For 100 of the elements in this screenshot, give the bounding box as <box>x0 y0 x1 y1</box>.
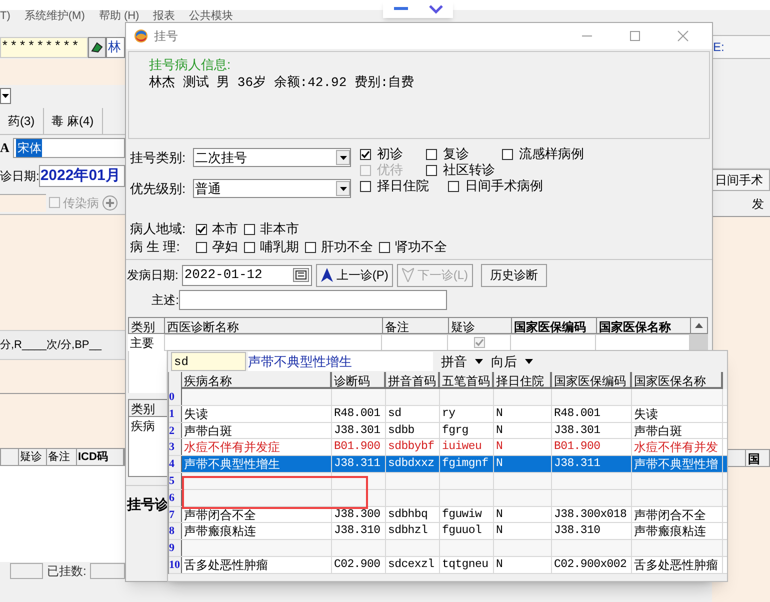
checkbox[interactable] <box>360 180 371 192</box>
checkbox-label: 非本市 <box>260 220 299 238</box>
table-cell: 声带瘢痕粘连 <box>632 523 723 540</box>
caret-icon <box>475 359 483 364</box>
dropdown-button[interactable]: 拼音 <box>441 352 483 372</box>
table-cell: 声带瘢痕粘连 <box>182 523 332 540</box>
calendar-icon <box>293 268 310 282</box>
field-label: 病人地域: <box>130 220 187 238</box>
scrollbar-thumb[interactable] <box>690 334 708 351</box>
table-cell: R48.001 <box>332 406 386 422</box>
name-field[interactable]: 林 <box>106 36 125 58</box>
checkbox-label: 初诊 <box>377 146 403 162</box>
password-field[interactable]: ********* <box>0 36 88 58</box>
table-cell: sdcexzl <box>386 556 440 573</box>
date-field[interactable]: 2022-01-12 <box>182 264 312 286</box>
checkbox[interactable] <box>305 242 316 252</box>
table-cell: 水痘不伴有并发 <box>632 439 723 456</box>
column-header: 疑诊 <box>19 449 47 465</box>
table-cell: R48.001 <box>552 406 632 422</box>
status-field <box>10 563 43 579</box>
table-cell: J38.311 <box>332 456 386 472</box>
field-label: 发病日期: <box>127 267 178 284</box>
table-cell: fguuol <box>440 523 494 540</box>
dropdown[interactable]: 普通 <box>193 179 351 198</box>
table-cell: N <box>494 556 552 573</box>
field-label: E: <box>712 39 724 56</box>
checkbox[interactable] <box>502 148 513 160</box>
checkbox[interactable] <box>379 242 390 252</box>
table-cell: C02.900x002 <box>552 556 632 573</box>
table-cell: iuiweu <box>440 439 494 456</box>
dropdown[interactable] <box>0 88 11 104</box>
nav-button[interactable]: 历史诊断 <box>481 264 548 286</box>
column-header: 备注 <box>47 449 77 465</box>
table-cell: J38.311 <box>552 456 632 472</box>
column-header: 类别 <box>129 318 165 333</box>
column-header: ICD码 <box>77 449 124 465</box>
input-field[interactable] <box>0 194 46 212</box>
field-label: 优先级别: <box>130 180 187 198</box>
table-cell: N <box>494 439 552 456</box>
checkbox-label: 肝功不全 <box>321 238 373 256</box>
lookup-button[interactable] <box>88 36 106 58</box>
dropdown-button[interactable]: 向后 <box>491 352 533 372</box>
checkbox-label: 优待 <box>377 162 403 178</box>
table-cell: 声带不典型性增生 <box>182 456 332 472</box>
checkbox[interactable] <box>196 242 207 252</box>
checkbox-label: 本市 <box>212 220 238 238</box>
checkbox[interactable] <box>244 242 255 252</box>
menu-item[interactable]: T) <box>0 10 10 22</box>
checkbox[interactable] <box>448 180 459 192</box>
input-field[interactable] <box>179 290 447 310</box>
table-cell: 声带闭合不全 <box>632 506 723 522</box>
table-cell: N <box>494 406 552 422</box>
row-number: 7 <box>169 506 182 522</box>
table-cell: J38.300x018 <box>552 506 632 522</box>
checkbox[interactable] <box>196 224 207 234</box>
info-heading: 挂号病人信息: <box>149 56 232 74</box>
checkbox-label: 社区转诊 <box>443 162 495 178</box>
table-cell: sdbbybf <box>386 439 440 456</box>
table-cell: tqtgneu <box>440 556 494 573</box>
close-icon <box>676 30 690 42</box>
row-number: 5 <box>169 472 182 489</box>
table-cell[interactable] <box>164 334 382 351</box>
app-logo-icon <box>134 29 148 43</box>
caret-icon <box>340 186 346 190</box>
table-cell[interactable] <box>382 334 448 351</box>
row-number: 4 <box>169 456 182 472</box>
checkbox[interactable] <box>244 224 255 234</box>
caret-icon <box>340 156 346 160</box>
table-cell: 声带白斑 <box>632 422 723 438</box>
checkbox-label: 复诊 <box>443 146 469 162</box>
field-label: 挂号类别: <box>130 148 187 167</box>
checkbox-label: 孕妇 <box>212 238 238 256</box>
checkbox[interactable] <box>360 148 371 160</box>
checkbox[interactable] <box>426 164 437 176</box>
patient-info: 林杰 测试 男 36岁 余额:42.92 费别:自费 <box>149 74 416 92</box>
menu-item[interactable]: 公共模块 <box>189 10 234 22</box>
column-header: 发 <box>752 196 765 212</box>
table-cell: J38.310 <box>332 523 386 540</box>
table-cell: B01.900 <box>552 439 632 456</box>
pen-icon <box>91 41 103 53</box>
checkbox[interactable] <box>426 148 437 160</box>
column-header: 拼音首码 <box>386 372 440 389</box>
checkbox-label: 日间手术病例 <box>465 178 543 194</box>
table-cell-text: 疾病 <box>130 418 156 434</box>
match-text: 声带不典型性增生 <box>248 352 433 371</box>
nav-button[interactable]: 上一诊(P) <box>316 264 394 286</box>
font-field[interactable]: 宋体 <box>13 138 125 158</box>
menu-item[interactable]: 报表 <box>153 10 176 22</box>
date-field[interactable]: 2022年01月 <box>39 165 125 187</box>
table-cell: J38.301 <box>332 422 386 438</box>
field-label: 主述: <box>150 292 179 309</box>
search-field[interactable]: sd <box>171 352 246 371</box>
table-cell: J38.301 <box>552 422 632 438</box>
dropdown[interactable]: 二次挂号 <box>193 148 351 167</box>
menu-item[interactable]: 帮助 (H) <box>98 10 140 22</box>
column-header: 国 <box>747 451 760 466</box>
table-cell: C02.900 <box>332 556 386 573</box>
table-cell: 主要 <box>128 334 164 351</box>
table-cell: sd <box>386 406 440 422</box>
menu-item[interactable]: 系统维护(M) <box>24 10 85 22</box>
